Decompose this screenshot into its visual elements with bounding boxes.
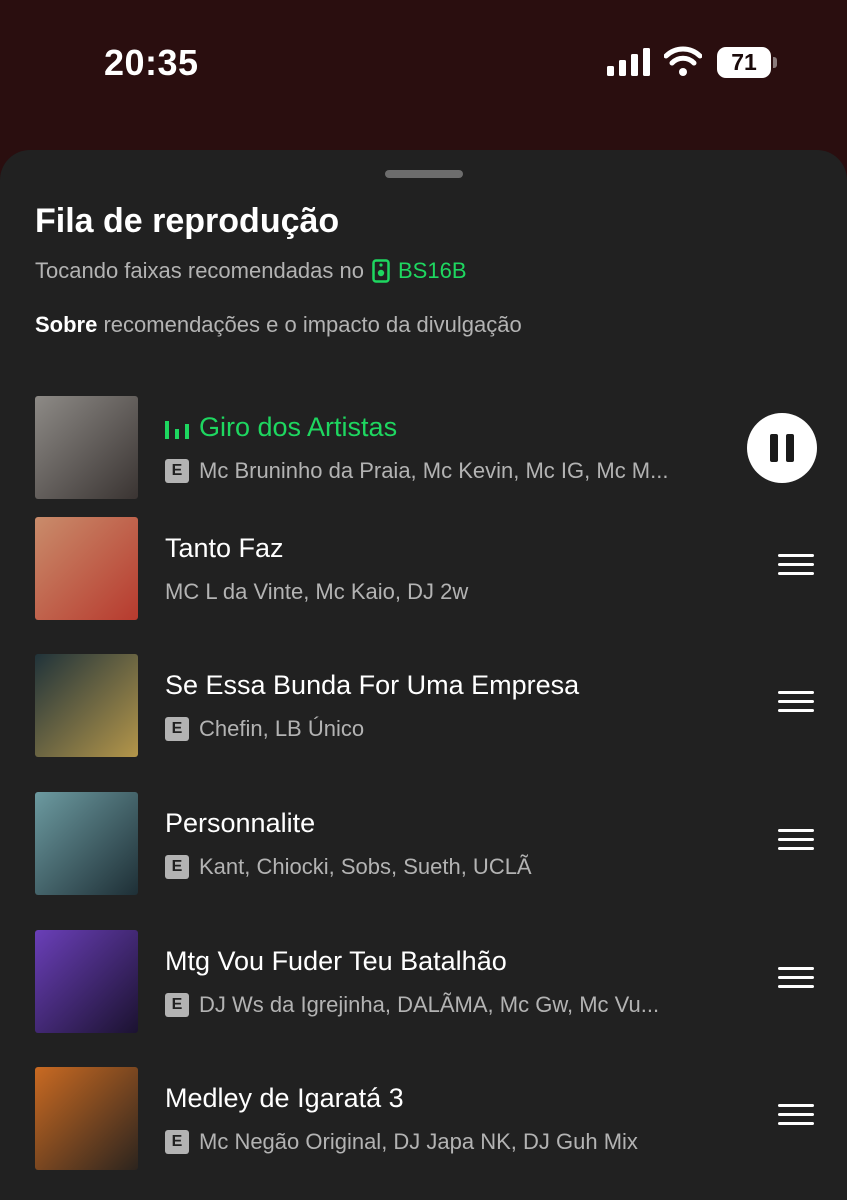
pause-icon-bar — [786, 434, 794, 462]
album-cover — [35, 654, 138, 757]
artists-text: Mc Bruninho da Praia, Mc Kevin, Mc IG, M… — [199, 458, 669, 483]
album-cover — [35, 396, 138, 499]
track-title: Se Essa Bunda For Uma Empresa — [165, 670, 579, 701]
album-cover — [35, 792, 138, 895]
drag-handle-icon[interactable] — [778, 967, 814, 993]
track-artists: E DJ Ws da Igrejinha, DALÃMA, Mc Gw, Mc V… — [165, 992, 659, 1018]
artists-text: Mc Negão Original, DJ Japa NK, DJ Guh Mi… — [199, 1129, 638, 1154]
explicit-badge: E — [165, 993, 189, 1017]
pause-button[interactable] — [747, 413, 817, 483]
drag-handle-icon[interactable] — [778, 1104, 814, 1130]
drag-handle-icon[interactable] — [778, 829, 814, 855]
track-row[interactable]: Giro dos Artistas E Mc Bruninho da Praia, … — [0, 396, 847, 500]
artists-text: Kant, Chiocki, Sobs, Sueth, UCLÃ — [199, 854, 532, 879]
status-bar: 20:35 71 — [0, 0, 847, 130]
equalizer-icon — [165, 417, 189, 439]
track-row[interactable]: Medley de Igaratá 3 E Mc Negão Original, D… — [0, 1067, 847, 1171]
about-recommendations-link[interactable]: Sobre recomendações e o impacto da divul… — [35, 312, 522, 338]
track-row[interactable]: Se Essa Bunda For Uma Empresa E Chefin, LB… — [0, 654, 847, 758]
sheet-grabber[interactable] — [385, 170, 463, 178]
track-title-text: Se Essa Bunda For Uma Empresa — [165, 670, 580, 700]
track-title: Medley de Igaratá 3 — [165, 1083, 404, 1114]
battery-indicator: 71 — [717, 47, 771, 78]
device-name[interactable]: BS16B — [398, 258, 467, 284]
drag-handle-icon[interactable] — [778, 691, 814, 717]
album-cover — [35, 930, 138, 1033]
explicit-badge: E — [165, 1130, 189, 1154]
about-text: recomendações e o impacto da divulgação — [97, 312, 522, 337]
track-title: Mtg Vou Fuder Teu Batalhão — [165, 946, 507, 977]
pause-icon-bar — [770, 434, 778, 462]
explicit-badge: E — [165, 855, 189, 879]
track-artists: E Mc Negão Original, DJ Japa NK, DJ Guh M… — [165, 1129, 638, 1155]
track-artists: E Mc Bruninho da Praia, Mc Kevin, Mc IG, … — [165, 458, 668, 484]
track-artists: E Kant, Chiocki, Sobs, Sueth, UCLÃ — [165, 854, 532, 880]
about-bold: Sobre — [35, 312, 98, 337]
cellular-signal-icon — [607, 48, 650, 76]
album-cover — [35, 517, 138, 620]
subtitle-text: Tocando faixas recomendadas no — [35, 258, 364, 283]
battery-tip — [773, 57, 777, 68]
track-title-text: Mtg Vou Fuder Teu Batalhão — [165, 946, 507, 976]
track-row[interactable]: Mtg Vou Fuder Teu Batalhão E DJ Ws da Igre… — [0, 930, 847, 1034]
status-time: 20:35 — [104, 42, 199, 83]
explicit-badge: E — [165, 717, 189, 741]
artists-text: MC L da Vinte, Mc Kaio, DJ 2w — [165, 579, 469, 604]
track-title-text: Personnalite — [165, 808, 316, 838]
explicit-badge: E — [165, 459, 189, 483]
queue-title: Fila de reprodução — [35, 202, 340, 240]
track-row[interactable]: Tanto Faz MC L da Vinte, Mc Kaio, DJ 2w — [0, 517, 847, 621]
track-title-text: Tanto Faz — [165, 533, 284, 563]
artists-text: Chefin, LB Único — [199, 716, 365, 741]
wifi-icon — [664, 46, 702, 76]
drag-handle-icon[interactable] — [778, 554, 814, 580]
track-title-text: Medley de Igaratá 3 — [165, 1083, 404, 1113]
track-title-text: Giro dos Artistas — [199, 412, 398, 442]
track-artists: E Chefin, LB Único — [165, 716, 364, 742]
track-title: Giro dos Artistas — [165, 412, 397, 443]
track-artists: MC L da Vinte, Mc Kaio, DJ 2w — [165, 579, 468, 605]
track-title: Personnalite — [165, 808, 315, 839]
album-cover — [35, 1067, 138, 1170]
speaker-icon — [372, 259, 390, 283]
queue-sheet: Fila de reprodução Tocando faixas recome… — [0, 150, 847, 1200]
artists-text: DJ Ws da Igrejinha, DALÃMA, Mc Gw, Mc Vu… — [199, 992, 660, 1017]
queue-subtitle: Tocando faixas recomendadas no BS16B — [35, 258, 467, 284]
track-row[interactable]: Personnalite E Kant, Chiocki, Sobs, Sueth,… — [0, 792, 847, 896]
track-title: Tanto Faz — [165, 533, 284, 564]
